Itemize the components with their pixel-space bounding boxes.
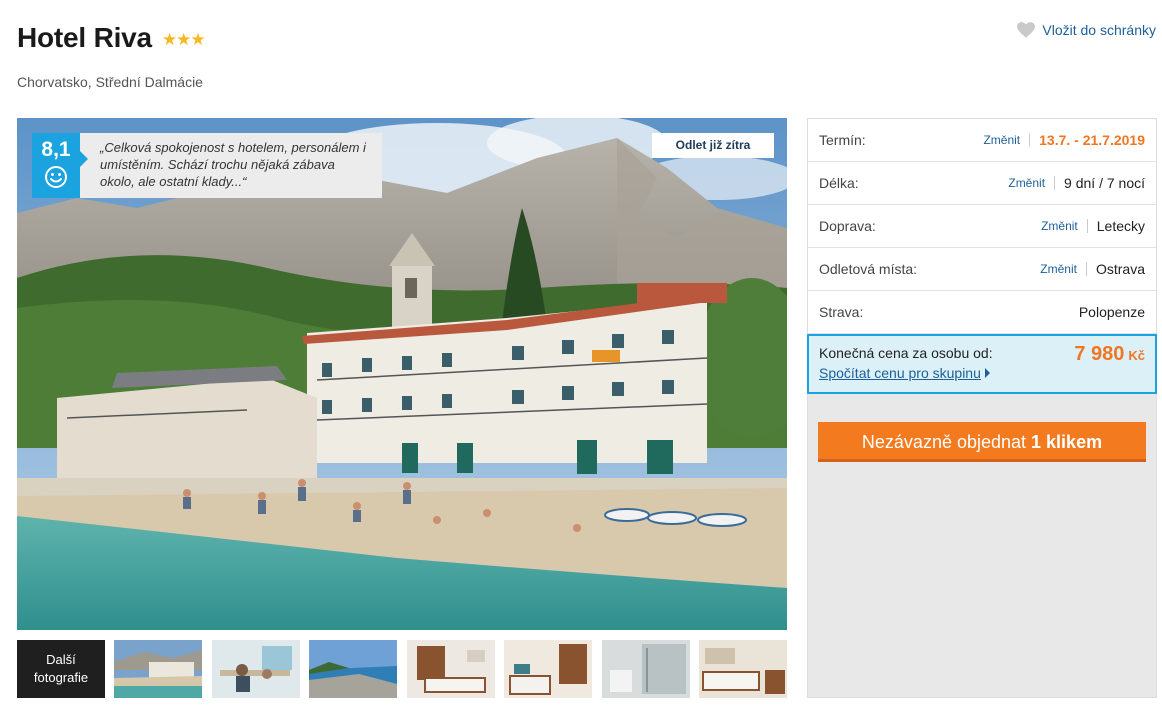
thumbnail-photo[interactable] — [602, 640, 690, 698]
change-transport-link[interactable]: Změnit — [1041, 219, 1088, 233]
more-photos-button[interactable]: Další fotografie — [17, 640, 105, 698]
change-departure-link[interactable]: Změnit — [1040, 262, 1087, 276]
hotel-name: Hotel Riva — [17, 22, 152, 53]
booking-panel: Termín: Změnit 13.7. - 21.7.2019 Délka: … — [807, 118, 1157, 698]
param-value-length: 9 dní / 7 nocí — [1064, 175, 1145, 191]
star-rating: ★★★ — [161, 30, 206, 49]
price-value: 7 980 Kč — [1074, 343, 1145, 366]
rating-badge: 8,1 — [32, 133, 80, 198]
order-label-bold: 1 klikem — [1031, 432, 1103, 452]
thumbnail-strip: Další fotografie — [17, 640, 787, 698]
order-button[interactable]: Nezávazně objednat 1 klikem — [818, 422, 1146, 462]
heart-icon — [1017, 22, 1036, 38]
param-value-departure: Ostrava — [1095, 261, 1145, 277]
more-photos-label-line2: fotografie — [33, 670, 89, 685]
thumbnail-photo[interactable] — [407, 640, 495, 698]
thumbnail-photo[interactable] — [114, 640, 202, 698]
group-price-label: Spočítat cenu pro skupinu — [819, 365, 981, 381]
param-label: Termín: — [819, 132, 866, 148]
price-currency: Kč — [1128, 348, 1145, 363]
param-row-board: Strava: Polopenze — [808, 291, 1156, 334]
order-label-normal: Nezávazně objednat — [861, 432, 1032, 452]
param-label: Odletová místa: — [819, 261, 918, 277]
param-value-transport: Letecky — [1096, 218, 1145, 234]
thumbnail-photo[interactable] — [504, 640, 592, 698]
thumbnail-photo[interactable] — [309, 640, 397, 698]
rating-score: 8,1 — [41, 138, 71, 161]
thumbnail-photo[interactable] — [699, 640, 787, 698]
group-price-link[interactable]: Spočítat cenu pro skupinu — [819, 365, 990, 381]
price-box: Konečná cena za osobu od: 7 980 Kč Spočít… — [807, 334, 1157, 394]
change-term-link[interactable]: Změnit — [983, 133, 1031, 147]
price-amount: 7 980 — [1074, 343, 1125, 365]
caret-right-icon — [984, 368, 990, 378]
param-row-transport: Doprava: Změnit Letecky — [808, 205, 1156, 248]
param-row-departure: Odletová místa: Změnit Ostrava — [808, 248, 1156, 291]
thumbnail-photo[interactable] — [212, 640, 300, 698]
param-value-term: 13.7. - 21.7.2019 — [1039, 132, 1145, 148]
review-excerpt: „Celková spokojenost s hotelem, personál… — [80, 133, 382, 198]
param-row-term: Termín: Změnit 13.7. - 21.7.2019 — [808, 119, 1156, 162]
add-to-favorites-button[interactable]: Vložit do schránky — [1017, 22, 1156, 38]
param-row-length: Délka: Změnit 9 dní / 7 nocí — [808, 162, 1156, 205]
trip-parameters: Termín: Změnit 13.7. - 21.7.2019 Délka: … — [808, 119, 1156, 334]
param-label: Délka: — [819, 175, 859, 191]
change-length-link[interactable]: Změnit — [1008, 176, 1056, 190]
more-photos-label-line1: Další — [46, 652, 76, 667]
param-label: Strava: — [819, 304, 864, 320]
param-value-board: Polopenze — [1078, 304, 1145, 320]
add-to-favorites-label: Vložit do schránky — [1042, 22, 1156, 38]
param-label: Doprava: — [819, 218, 876, 234]
departure-badge: Odlet již zítra — [652, 133, 774, 158]
hotel-location: Chorvatsko, Střední Dalmácie — [17, 74, 203, 90]
smiley-icon — [32, 165, 80, 194]
title-row: Hotel Riva ★★★ — [17, 20, 206, 56]
